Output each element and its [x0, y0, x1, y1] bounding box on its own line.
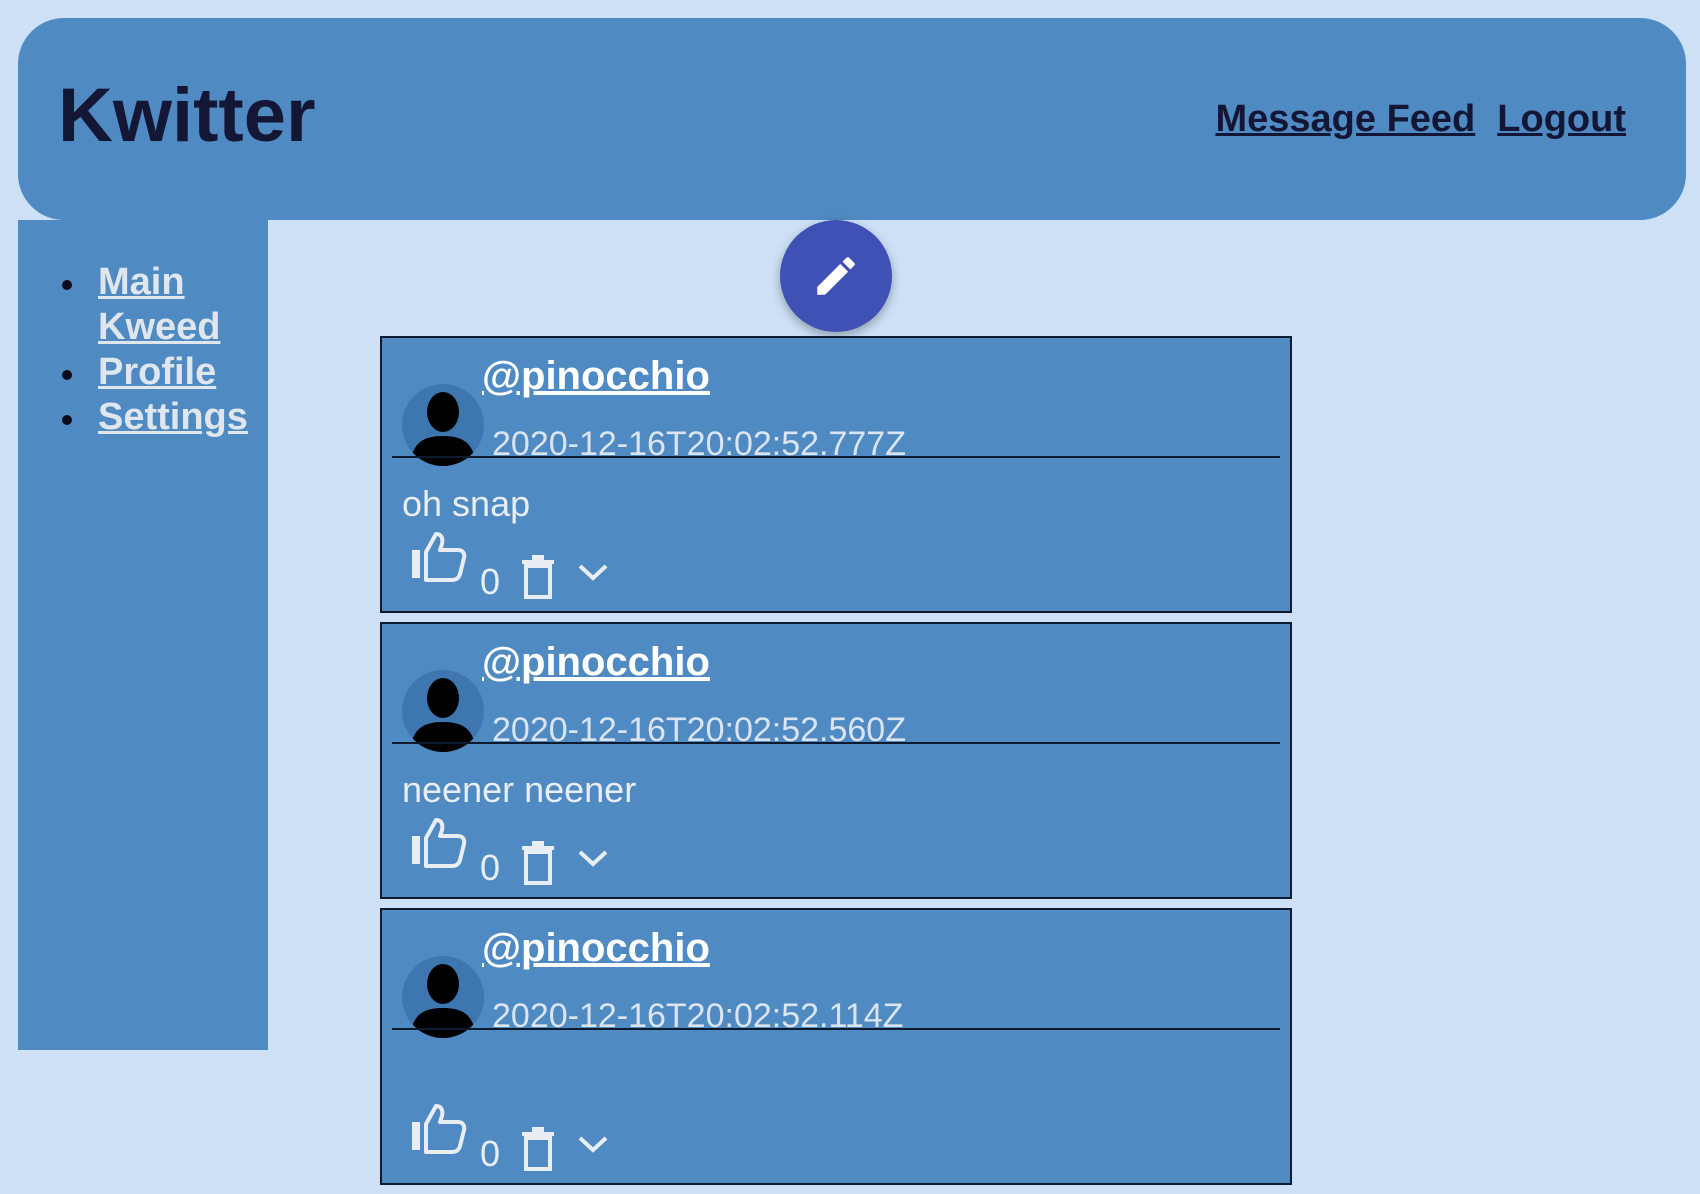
user-silhouette-icon: [410, 964, 476, 1038]
compose-button[interactable]: [780, 220, 892, 332]
username-link[interactable]: @pinocchio: [482, 638, 710, 686]
chevron-down-icon[interactable]: [576, 560, 610, 584]
thumbs-up-icon[interactable]: [410, 530, 470, 586]
user-silhouette-icon: [410, 392, 476, 466]
timestamp: 2020-12-16T20:02:52.777Z: [492, 425, 906, 463]
username-link[interactable]: @pinocchio: [482, 924, 710, 972]
kweed-card: @pinocchio 2020-12-16T20:02:52.777Z oh s…: [380, 336, 1292, 613]
kweed-card: @pinocchio 2020-12-16T20:02:52.114Z 0: [380, 908, 1292, 1185]
chevron-down-icon[interactable]: [576, 846, 610, 870]
username-link[interactable]: @pinocchio: [482, 352, 710, 400]
sidebar: Main Kweed Profile Settings: [18, 220, 268, 1050]
app-header: Kwitter Message Feed Logout: [18, 18, 1686, 220]
header-nav: Message Feed Logout: [1215, 98, 1626, 141]
timestamp: 2020-12-16T20:02:52.560Z: [492, 711, 906, 749]
trash-icon[interactable]: [520, 554, 556, 600]
thumbs-up-icon[interactable]: [410, 1102, 470, 1158]
sidebar-item-profile: Profile: [18, 350, 268, 395]
settings-link[interactable]: Settings: [98, 396, 248, 438]
sidebar-menu: Main Kweed Profile Settings: [18, 260, 268, 440]
avatar: [402, 956, 484, 1038]
sidebar-item-settings: Settings: [18, 395, 268, 440]
divider: [392, 1028, 1280, 1030]
pencil-icon: [817, 257, 855, 295]
trash-icon[interactable]: [520, 840, 556, 886]
logout-link[interactable]: Logout: [1497, 98, 1626, 141]
trash-icon[interactable]: [520, 1126, 556, 1172]
timestamp: 2020-12-16T20:02:52.114Z: [492, 997, 904, 1035]
app-title: Kwitter: [58, 73, 316, 158]
chevron-down-icon[interactable]: [576, 1132, 610, 1156]
profile-link[interactable]: Profile: [98, 351, 216, 393]
like-count: 0: [480, 1133, 501, 1174]
kweed-card: @pinocchio 2020-12-16T20:02:52.560Z neen…: [380, 622, 1292, 899]
avatar: [402, 384, 484, 466]
like-count: 0: [480, 561, 501, 602]
divider: [392, 742, 1280, 744]
message-feed-link[interactable]: Message Feed: [1215, 98, 1475, 141]
thumbs-up-icon[interactable]: [410, 816, 470, 872]
main-kweed-link[interactable]: Main Kweed: [98, 261, 220, 348]
kweed-text: oh snap: [402, 483, 531, 524]
divider: [392, 456, 1280, 458]
sidebar-item-main-kweed: Main Kweed: [18, 260, 268, 350]
avatar: [402, 670, 484, 752]
user-silhouette-icon: [410, 678, 476, 752]
like-count: 0: [480, 847, 501, 888]
kweed-text: neener neener: [402, 769, 637, 810]
kweed-feed: @pinocchio 2020-12-16T20:02:52.777Z oh s…: [380, 336, 1292, 1194]
